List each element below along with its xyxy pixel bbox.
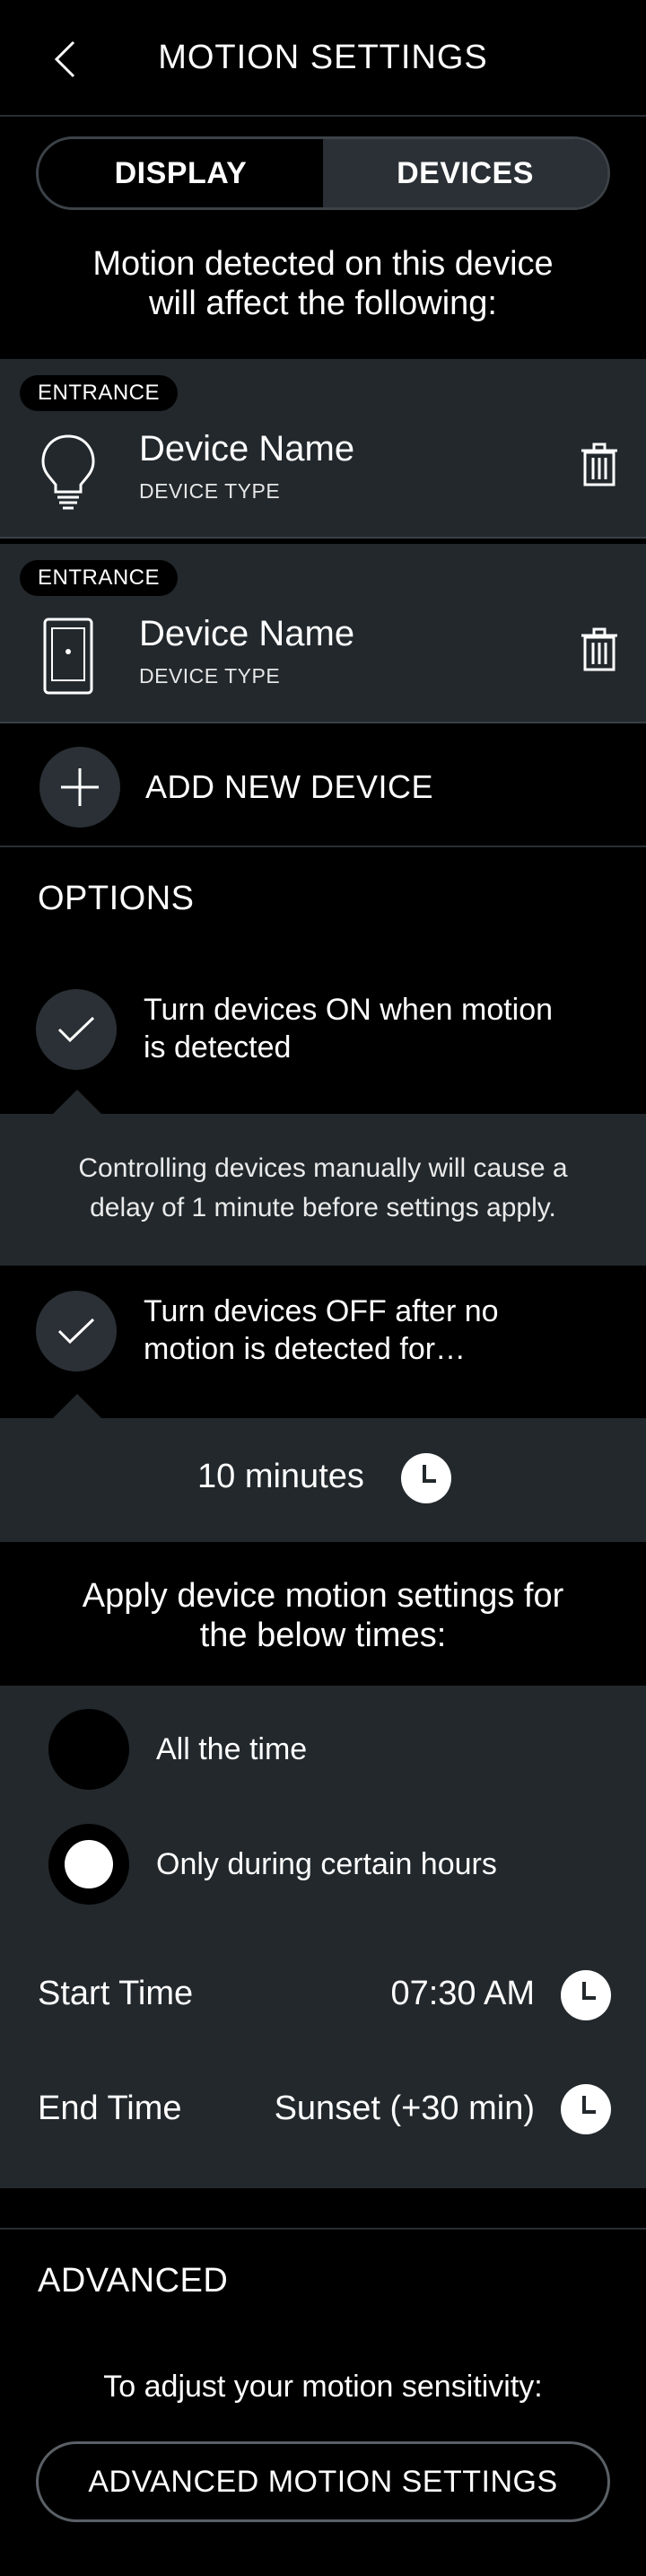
callout-arrow bbox=[52, 1090, 102, 1115]
checkmark-icon bbox=[57, 1318, 95, 1345]
start-time-label: Start Time bbox=[38, 1975, 194, 2012]
delay-note: Controlling devices manually will cause … bbox=[0, 1149, 646, 1228]
device-name: Device Name bbox=[139, 429, 355, 469]
trash-icon[interactable] bbox=[580, 442, 619, 486]
device-card[interactable]: ENTRANCE Device Name DEVICE TYPE bbox=[0, 544, 646, 723]
turn-off-label: Turn devices OFF after no motion is dete… bbox=[144, 1292, 499, 1368]
divider bbox=[0, 2228, 646, 2230]
turn-off-label-line-2: motion is detected for… bbox=[144, 1332, 467, 1366]
clock-icon[interactable] bbox=[560, 1969, 612, 2021]
device-name: Device Name bbox=[139, 614, 355, 653]
callout-arrow bbox=[52, 1394, 102, 1419]
intro-line-1: Motion detected on this device bbox=[92, 245, 554, 283]
advanced-note: To adjust your motion sensitivity: bbox=[103, 2370, 543, 2404]
turn-on-label-line-1: Turn devices ON when motion bbox=[144, 993, 554, 1027]
turn-on-checkbox[interactable] bbox=[36, 989, 117, 1070]
end-time-value[interactable]: Sunset (+30 min) bbox=[233, 2090, 535, 2128]
device-type: DEVICE TYPE bbox=[139, 479, 281, 503]
turn-off-label-line-1: Turn devices OFF after no bbox=[144, 1294, 499, 1328]
turn-on-label-line-2: is detected bbox=[144, 1030, 292, 1065]
radio-selected-dot bbox=[65, 1840, 113, 1888]
radio-all-the-time-label[interactable]: All the time bbox=[156, 1732, 307, 1767]
header: MOTION SETTINGS bbox=[0, 0, 646, 117]
apply-line-1: Apply device motion settings for bbox=[82, 1577, 564, 1615]
clock-icon[interactable] bbox=[560, 2083, 612, 2135]
plus-icon bbox=[61, 768, 99, 806]
intro-text: Motion detected on this device will affe… bbox=[0, 244, 646, 323]
tab-bar: DISPLAY DEVICES bbox=[36, 136, 610, 210]
start-time-value[interactable]: 07:30 AM bbox=[341, 1975, 535, 2013]
clock-icon[interactable] bbox=[400, 1452, 452, 1504]
device-tag: ENTRANCE bbox=[20, 375, 179, 411]
radio-certain-hours-label[interactable]: Only during certain hours bbox=[156, 1847, 497, 1882]
device-tag: ENTRANCE bbox=[20, 560, 179, 596]
tab-display[interactable]: DISPLAY bbox=[39, 139, 323, 207]
intro-line-2: will affect the following: bbox=[149, 285, 497, 322]
apply-text: Apply device motion settings for the bel… bbox=[0, 1576, 646, 1655]
checkmark-icon bbox=[57, 1016, 95, 1043]
delay-note-line-2: delay of 1 minute before settings apply. bbox=[90, 1193, 556, 1222]
radio-certain-hours[interactable] bbox=[48, 1824, 129, 1905]
end-time-label: End Time bbox=[38, 2090, 182, 2127]
advanced-title: ADVANCED bbox=[38, 2262, 229, 2300]
turn-on-label: Turn devices ON when motion is detected bbox=[144, 991, 553, 1066]
page-title: MOTION SETTINGS bbox=[158, 38, 488, 76]
back-button[interactable] bbox=[47, 39, 83, 79]
trash-icon[interactable] bbox=[580, 626, 619, 671]
radio-all-the-time[interactable] bbox=[48, 1709, 129, 1790]
add-device-label[interactable]: ADD NEW DEVICE bbox=[145, 768, 433, 806]
duration-value[interactable]: 10 minutes bbox=[197, 1458, 364, 1496]
device-card[interactable]: ENTRANCE Device Name DEVICE TYPE bbox=[0, 359, 646, 539]
advanced-motion-settings-button[interactable]: ADVANCED MOTION SETTINGS bbox=[36, 2441, 610, 2522]
switch-icon bbox=[43, 618, 93, 695]
chevron-left-icon bbox=[54, 40, 75, 78]
add-device-button[interactable] bbox=[39, 747, 120, 828]
tab-devices[interactable]: DEVICES bbox=[323, 139, 607, 207]
turn-off-checkbox[interactable] bbox=[36, 1291, 117, 1371]
device-type: DEVICE TYPE bbox=[139, 664, 281, 688]
options-title: OPTIONS bbox=[38, 880, 195, 917]
lightbulb-icon bbox=[41, 434, 95, 510]
apply-line-2: the below times: bbox=[199, 1617, 447, 1654]
delay-note-line-1: Controlling devices manually will cause … bbox=[78, 1153, 568, 1183]
